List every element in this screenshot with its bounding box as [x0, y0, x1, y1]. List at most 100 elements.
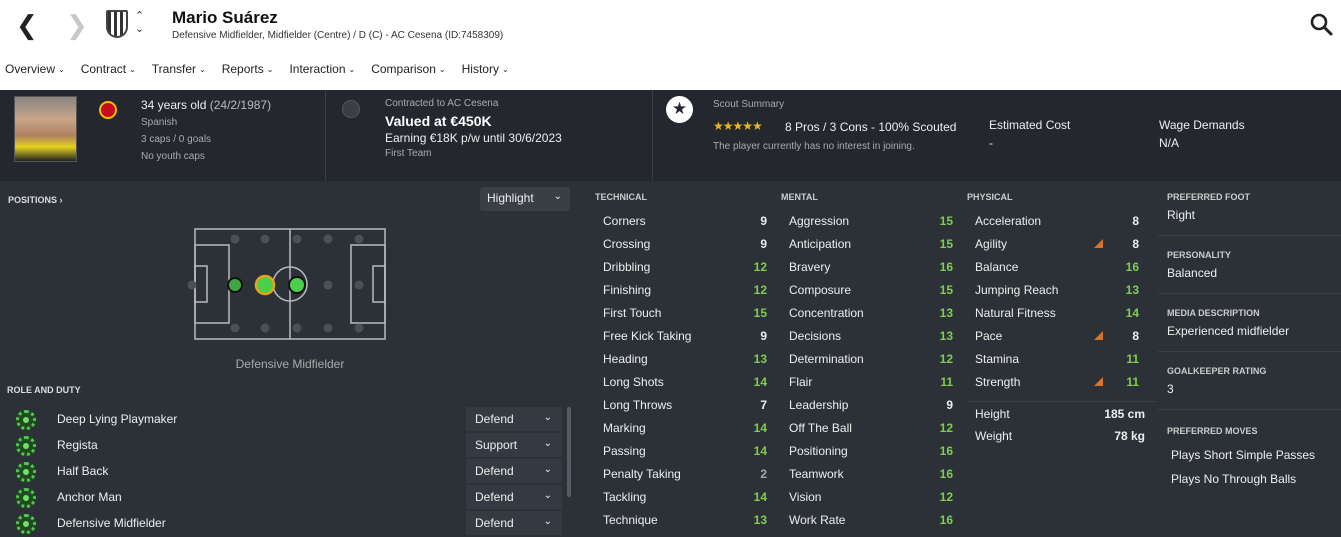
attribute-value: 8	[1132, 329, 1139, 343]
attribute-value: 12	[939, 352, 953, 366]
attribute-row[interactable]: Teamwork 16	[781, 462, 953, 485]
attribute-row[interactable]: Penalty Taking 2	[595, 462, 767, 485]
role-row[interactable]: Anchor Man Defend ⌄	[14, 485, 564, 509]
attribute-row[interactable]: Dribbling 12	[595, 255, 767, 278]
duty-dropdown[interactable]: Support ⌄	[466, 433, 562, 457]
attribute-row[interactable]: Off The Ball 12	[781, 416, 953, 439]
attribute-row[interactable]: Free Kick Taking 9	[595, 324, 767, 347]
club-crest-icon[interactable]	[106, 10, 128, 38]
attribute-row[interactable]: Corners 9	[595, 209, 767, 232]
attribute-row[interactable]: Bravery 16	[781, 255, 953, 278]
tab-history[interactable]: History ⌄	[457, 62, 509, 76]
attribute-row[interactable]: Balance 16	[967, 255, 1139, 278]
attribute-value: 15	[753, 306, 767, 320]
attribute-row[interactable]: Aggression 15	[781, 209, 953, 232]
attribute-row[interactable]: Passing 14	[595, 439, 767, 462]
duty-dropdown[interactable]: Defend ⌄	[466, 459, 562, 483]
nation-flag-icon[interactable]	[99, 101, 117, 119]
attribute-label: Aggression	[789, 214, 850, 228]
personality-value[interactable]: Balanced	[1167, 266, 1217, 280]
preferred-foot-value: Right	[1167, 208, 1196, 222]
duty-dropdown[interactable]: Defend ⌄	[466, 407, 562, 431]
position-pitch	[187, 228, 386, 340]
attribute-row[interactable]: Tackling 14	[595, 485, 767, 508]
attribute-row[interactable]: Flair 11	[781, 370, 953, 393]
attribute-value: 16	[939, 467, 953, 481]
attribute-row[interactable]: Acceleration 8	[967, 209, 1139, 232]
attribute-row[interactable]: Vision 12	[781, 485, 953, 508]
scout-summary[interactable]: 8 Pros / 3 Cons - 100% Scouted	[785, 120, 956, 134]
attribute-row[interactable]: Stamina 11	[967, 347, 1139, 370]
attribute-label: Natural Fitness	[975, 306, 1056, 320]
attribute-value: 16	[1125, 260, 1139, 274]
attribute-value: 13	[939, 306, 953, 320]
attribute-label: Passing	[603, 444, 646, 458]
attribute-row[interactable]: Determination 12	[781, 347, 953, 370]
attribute-value: 12	[753, 260, 767, 274]
attribute-value: 8	[1132, 237, 1139, 251]
highlight-dropdown[interactable]: Highlight ⌄	[480, 187, 570, 211]
attribute-row[interactable]: Jumping Reach 13	[967, 278, 1139, 301]
attribute-row[interactable]: Marking 14	[595, 416, 767, 439]
attribute-value: 14	[753, 421, 767, 435]
preferred-move[interactable]: Plays Short Simple Passes	[1171, 448, 1315, 462]
positions-title[interactable]: POSITIONS ›	[8, 195, 63, 205]
search-icon[interactable]	[1309, 12, 1335, 38]
attribute-row[interactable]: Long Shots 14	[595, 370, 767, 393]
attribute-label: Pace	[975, 329, 1003, 343]
club-icon[interactable]	[342, 100, 360, 118]
attribute-row[interactable]: Composure 15	[781, 278, 953, 301]
role-name: Half Back	[57, 464, 109, 478]
attribute-row[interactable]: Decisions 13	[781, 324, 953, 347]
roles-scrollbar[interactable]	[567, 407, 571, 497]
attribute-row[interactable]: Work Rate 16	[781, 508, 953, 531]
attribute-row[interactable]: Strength 11	[967, 370, 1139, 393]
attribute-value: 13	[753, 513, 767, 527]
role-row[interactable]: Half Back Defend ⌄	[14, 459, 564, 483]
attribute-row[interactable]: Agility 8	[967, 232, 1139, 255]
attribute-row[interactable]: Natural Fitness 14	[967, 301, 1139, 324]
tab-interaction[interactable]: Interaction ⌄	[284, 62, 355, 76]
attribute-row[interactable]: Finishing 12	[595, 278, 767, 301]
attribute-label: Tackling	[603, 490, 647, 504]
tab-comparison[interactable]: Comparison ⌄	[366, 62, 445, 76]
attribute-row[interactable]: Anticipation 15	[781, 232, 953, 255]
star-icon[interactable]: ★	[666, 96, 693, 123]
attribute-row[interactable]: Heading 13	[595, 347, 767, 370]
attribute-row[interactable]: Technique 13	[595, 508, 767, 531]
role-row[interactable]: Deep Lying Playmaker Defend ⌄	[14, 407, 564, 431]
interest-status: The player currently has no interest in …	[713, 141, 915, 152]
attribute-row[interactable]: First Touch 15	[595, 301, 767, 324]
weight-value: 78 kg	[1114, 429, 1145, 443]
duty-dropdown[interactable]: Defend ⌄	[466, 485, 562, 509]
attribute-row[interactable]: Positioning 16	[781, 439, 953, 462]
tab-reports[interactable]: Reports ⌄	[217, 62, 274, 76]
divider	[1158, 351, 1341, 352]
attribute-label: Acceleration	[975, 214, 1042, 228]
attribute-row[interactable]: Long Throws 7	[595, 393, 767, 416]
tab-overview[interactable]: Overview ⌄	[0, 62, 65, 76]
attribute-row[interactable]: Pace 8	[967, 324, 1139, 347]
position-name: Defensive Midfielder	[235, 357, 345, 371]
attribute-label: Technique	[603, 513, 658, 527]
tab-transfer[interactable]: Transfer ⌄	[147, 62, 206, 76]
preferred-move[interactable]: Plays No Through Balls	[1171, 472, 1296, 486]
player-subtitle: Defensive Midfielder, Midfielder (Centre…	[172, 30, 504, 41]
player-value: Valued at €450K	[385, 113, 492, 129]
attribute-label: Stamina	[975, 352, 1020, 366]
duty-dropdown[interactable]: Defend ⌄	[466, 511, 562, 535]
player-switcher-icon[interactable]: ⌃ ⌄	[135, 10, 144, 36]
divider	[1158, 409, 1341, 410]
attribute-row[interactable]: Leadership 9	[781, 393, 953, 416]
tab-contract[interactable]: Contract ⌄	[76, 62, 136, 76]
attribute-value: 8	[1132, 214, 1139, 228]
attribute-row[interactable]: Concentration 13	[781, 301, 953, 324]
role-row[interactable]: Defensive Midfielder Defend ⌄	[14, 511, 564, 535]
attribute-label: Vision	[789, 490, 822, 504]
personality-label: PERSONALITY	[1167, 250, 1232, 260]
attribute-row[interactable]: Crossing 9	[595, 232, 767, 255]
attribute-label: Positioning	[789, 444, 848, 458]
back-arrow-icon[interactable]: ❮	[16, 13, 38, 39]
forward-arrow-icon[interactable]: ❯	[66, 13, 88, 39]
role-row[interactable]: Regista Support ⌄	[14, 433, 564, 457]
